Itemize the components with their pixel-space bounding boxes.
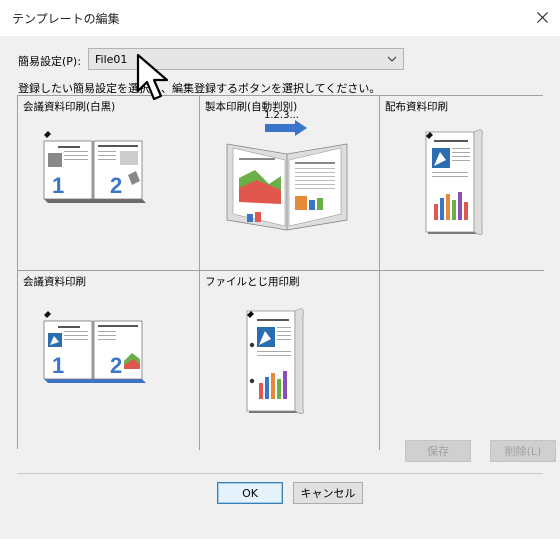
template-button-meeting-bw[interactable]: 会議資料印刷(白黒) 1 2 <box>18 96 200 271</box>
svg-text:1: 1 <box>52 353 64 378</box>
handout-icon <box>425 129 483 235</box>
template-button-booklet-auto[interactable]: 製本印刷(自動判別) 1.2.3... <box>200 96 380 271</box>
delete-button[interactable]: 削除(L) <box>490 440 556 462</box>
template-button-handout[interactable]: 配布資料印刷 <box>380 96 544 271</box>
close-button[interactable] <box>530 5 554 29</box>
divider <box>17 473 543 474</box>
template-label: 配布資料印刷 <box>385 101 448 113</box>
template-button-meeting[interactable]: 会議資料印刷 1 2 <box>18 271 200 450</box>
preset-label: 簡易設定(P): <box>18 55 81 68</box>
template-button-empty[interactable] <box>380 271 544 450</box>
template-grid: 会議資料印刷(白黒) 1 2 製本印刷(自動判別) 1.2.3... 配布資料印… <box>17 95 544 450</box>
window-title: テンプレートの編集 <box>12 12 120 26</box>
dialog-body: 簡易設定(P): File01 登録したい簡易設定を選択し、編集登録するボタンを… <box>0 36 560 539</box>
hole-punch-file-icon <box>246 308 304 414</box>
title-bar: テンプレートの編集 <box>0 0 560 36</box>
template-label: ファイルとじ用印刷 <box>205 276 300 288</box>
svg-text:2: 2 <box>110 353 122 378</box>
two-up-booklet-bw-icon: 1 2 <box>43 131 146 203</box>
close-icon <box>536 11 548 23</box>
svg-text:1: 1 <box>52 173 64 198</box>
instruction-text: 登録したい簡易設定を選択し、編集登録するボタンを選択してください。 <box>18 82 381 95</box>
template-label: 会議資料印刷(白黒) <box>23 101 116 113</box>
mouse-pointer-icon <box>136 53 169 101</box>
template-button-file-binding[interactable]: ファイルとじ用印刷 <box>200 271 380 450</box>
save-button[interactable]: 保存 <box>405 440 471 462</box>
template-label: 会議資料印刷 <box>23 276 86 288</box>
booklet-auto-icon <box>226 120 348 231</box>
ok-button[interactable]: OK <box>217 482 283 504</box>
cancel-button[interactable]: キャンセル <box>293 482 363 504</box>
chevron-down-icon <box>387 56 397 62</box>
svg-text:2: 2 <box>110 173 122 198</box>
preset-select-value: File01 <box>95 53 128 66</box>
two-up-booklet-color-icon: 1 2 <box>43 311 146 383</box>
